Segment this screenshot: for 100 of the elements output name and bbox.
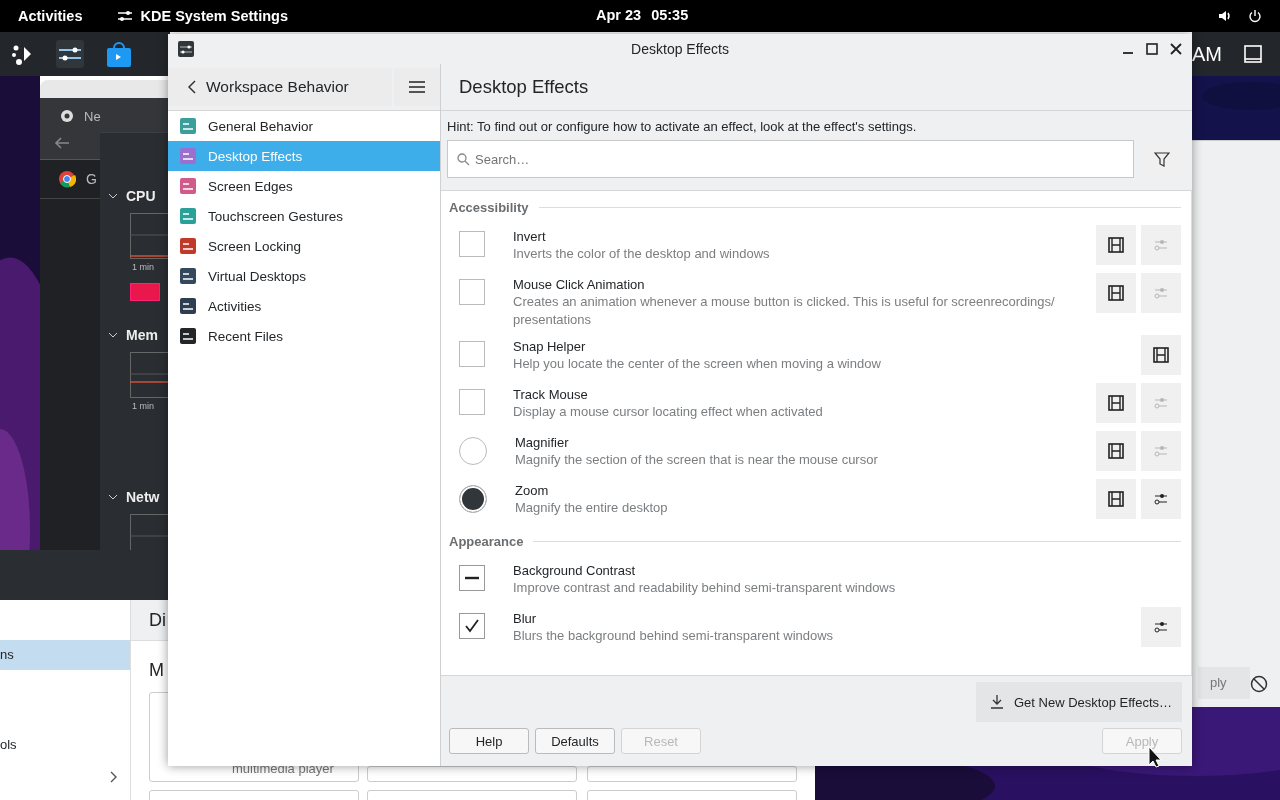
download-icon <box>990 694 1004 710</box>
maximize-icon[interactable] <box>1146 43 1158 55</box>
filter-icon <box>1154 152 1170 168</box>
radio-button[interactable] <box>459 485 487 513</box>
video-button[interactable] <box>1141 335 1181 375</box>
sliders-icon <box>1153 396 1169 410</box>
sliders-icon <box>118 10 133 22</box>
get-new-button[interactable]: Get New Desktop Effects… <box>976 682 1182 722</box>
chevron-icon[interactable] <box>110 771 118 783</box>
back-icon[interactable] <box>54 136 70 150</box>
configure-button[interactable] <box>1141 607 1181 647</box>
back-icon <box>188 80 196 94</box>
effect-name: Mouse Click Animation <box>513 277 646 292</box>
effect-description: Help you locate the center of the screen when moving a window <box>513 355 882 373</box>
sliders-icon <box>1153 620 1169 634</box>
back-button[interactable]: Workspace Behavior <box>168 68 392 106</box>
checkbox[interactable] <box>459 341 485 367</box>
sliders-icon[interactable] <box>56 40 84 68</box>
bookmark-label[interactable]: G <box>86 171 97 187</box>
video-button[interactable] <box>1096 225 1136 265</box>
axis-label: 1 min <box>132 262 155 272</box>
effect-description: Inverts the color of the desktop and windows <box>513 245 771 263</box>
sidebar-item[interactable]: Screen Locking <box>168 231 440 261</box>
sidebar-item[interactable]: Activities <box>168 291 440 321</box>
section-heading: M <box>149 660 164 681</box>
browser-logo-icon <box>58 170 76 188</box>
dialog-button[interactable]: Help <box>449 728 529 754</box>
effect-name: Zoom <box>515 483 550 498</box>
film-icon <box>1108 443 1124 459</box>
close-icon[interactable] <box>1170 43 1182 55</box>
configure-button[interactable] <box>1141 479 1181 519</box>
checkbox[interactable] <box>459 231 485 257</box>
sliders-icon <box>178 41 194 57</box>
effect-name: Track Mouse <box>513 387 589 402</box>
checkbox[interactable] <box>459 389 485 415</box>
page-heading: Di <box>149 609 166 631</box>
dash-icon <box>465 576 479 580</box>
app-name: KDE System Settings <box>140 8 288 24</box>
radio-button[interactable] <box>459 437 487 465</box>
video-button[interactable] <box>1096 273 1136 313</box>
menu-button[interactable] <box>394 68 440 106</box>
store-bag-icon[interactable] <box>106 40 132 68</box>
effect-description: Improve contrast and readability behind semi-transparent windows <box>513 579 897 597</box>
checkbox[interactable] <box>459 279 485 305</box>
tab-label[interactable]: Ne <box>84 108 101 124</box>
video-button[interactable] <box>1096 431 1136 471</box>
effect-name: Magnifier <box>515 435 570 450</box>
video-button[interactable] <box>1096 479 1136 519</box>
film-icon <box>1108 491 1124 507</box>
sliders-icon <box>1153 286 1169 300</box>
dialog-button[interactable]: Defaults <box>535 728 615 754</box>
activities-button[interactable]: Activities <box>18 8 83 24</box>
apply-button[interactable]: ply <box>1198 667 1250 699</box>
power-icon[interactable] <box>1248 9 1262 23</box>
time-label: 05:35 <box>651 7 689 23</box>
menu-icon <box>409 81 425 93</box>
section-label: Netw <box>126 489 160 505</box>
film-icon <box>1153 347 1169 363</box>
cancel-icon[interactable] <box>1250 675 1268 693</box>
effect-description: Creates an animation whenever a mouse button is clicked. This is useful for screenrecordings/ presentations <box>513 293 1056 329</box>
search-field[interactable]: Search… <box>447 140 1134 178</box>
window-icon[interactable] <box>1244 45 1262 63</box>
section-label: Mem <box>126 327 158 343</box>
date-label: Apr 23 <box>596 7 642 23</box>
section-label: CPU <box>126 188 156 204</box>
group-heading: Accessibility <box>449 199 529 215</box>
film-icon <box>1108 395 1124 411</box>
checkbox[interactable] <box>459 613 485 639</box>
group-heading: Appearance <box>449 533 524 549</box>
legend-swatch <box>130 283 160 301</box>
effect-name: Invert <box>513 229 547 244</box>
sliders-icon <box>1153 492 1169 506</box>
sidebar-item[interactable]: ols <box>0 730 130 760</box>
effect-name: Snap Helper <box>513 339 587 354</box>
checkbox[interactable] <box>459 565 485 591</box>
film-icon <box>1108 285 1124 301</box>
sliders-icon <box>1153 238 1169 252</box>
effect-description: Display a mouse cursor locating effect when activated <box>513 403 824 421</box>
film-icon <box>1108 237 1124 253</box>
card-caption: multimedia player <box>232 761 334 776</box>
search-icon <box>457 153 470 166</box>
effect-name: Blur <box>513 611 538 626</box>
sidebar-item[interactable]: General Behavior <box>168 111 440 141</box>
effect-description: Blurs the background behind semi-transparent windows <box>513 627 835 645</box>
browser-logo-icon <box>60 109 74 123</box>
sidebar-item[interactable]: Virtual Desktops <box>168 261 440 291</box>
window-title: Desktop Effects <box>631 41 729 57</box>
sidebar-item[interactable]: ns <box>0 640 130 670</box>
sidebar-item[interactable]: Screen Edges <box>168 171 440 201</box>
effect-description: Magnify the entire desktop <box>515 499 669 517</box>
effect-description: Magnify the section of the screen that is near the mouse cursor <box>515 451 879 469</box>
effect-name: Background Contrast <box>513 563 637 578</box>
page-title: Desktop Effects <box>459 76 589 98</box>
clock-label: AM <box>1192 42 1222 66</box>
check-icon <box>463 617 481 635</box>
sidebar-item[interactable]: Touchscreen Gestures <box>168 201 440 231</box>
sliders-icon <box>1153 444 1169 458</box>
video-button[interactable] <box>1096 383 1136 423</box>
speaker-icon[interactable] <box>1218 9 1232 23</box>
sidebar-item[interactable]: Recent Files <box>168 321 440 351</box>
